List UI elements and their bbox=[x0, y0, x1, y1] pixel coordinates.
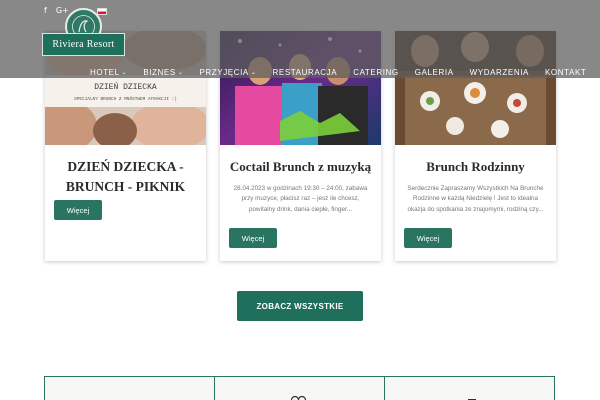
main-nav: HOTEL ⌄ BIZNES ⌄ PRZYJĘCIA ⌄ RESTAURACJA CA… bbox=[82, 68, 594, 77]
chevron-down-icon: ⌄ bbox=[250, 69, 257, 76]
people-icon bbox=[290, 395, 307, 400]
card-description: Serdecznie Zapraszamy Wszystkich Na Brun… bbox=[407, 185, 544, 213]
card-title-line: DZIEŃ DZIECKA - bbox=[67, 159, 184, 174]
divider bbox=[384, 377, 385, 400]
chevron-down-icon: ⌄ bbox=[177, 69, 184, 76]
nav-label: HOTEL bbox=[90, 68, 120, 77]
image-banner-title: DZIEŃ DZIECKA bbox=[94, 83, 157, 92]
features-box bbox=[44, 376, 555, 400]
logo-text: Riviera Resort bbox=[42, 33, 125, 56]
divider bbox=[214, 377, 215, 400]
nav-biznes[interactable]: BIZNES ⌄ bbox=[135, 68, 191, 77]
nav-wydarzenia[interactable]: WYDARZENIA bbox=[462, 68, 537, 77]
see-all-button[interactable]: ZOBACZ WSZYSTKIE bbox=[237, 291, 363, 321]
chevron-down-icon: ⌄ bbox=[121, 69, 128, 76]
more-button[interactable]: Więcej bbox=[54, 200, 102, 220]
card-title-line: BRUNCH - PIKNIK bbox=[65, 179, 186, 194]
logo[interactable]: Riviera Resort bbox=[42, 8, 125, 56]
nav-kontakt[interactable]: KONTAKT bbox=[537, 68, 594, 77]
card-title[interactable]: Coctail Brunch z muzyką bbox=[226, 157, 375, 177]
image-banner-subtitle: SPECJALNY BRUNCH Z MNÓSTWEM ATRAKCJI :) bbox=[74, 97, 177, 102]
nav-label: BIZNES bbox=[143, 68, 176, 77]
card-title[interactable]: Brunch Rodzinny bbox=[401, 157, 550, 177]
site-header: f G+ Riviera Resort HOTEL ⌄ BIZNES ⌄ PRZYJ… bbox=[0, 0, 600, 78]
nav-hotel[interactable]: HOTEL ⌄ bbox=[82, 68, 135, 77]
more-button[interactable]: Więcej bbox=[229, 228, 277, 248]
nav-label: CATERING bbox=[353, 68, 399, 77]
nav-label: PRZYJĘCIA bbox=[199, 68, 249, 77]
nav-label: GALERIA bbox=[414, 68, 454, 77]
nav-przyjecia[interactable]: PRZYJĘCIA ⌄ bbox=[191, 68, 264, 77]
nav-galeria[interactable]: GALERIA bbox=[407, 68, 462, 77]
more-button[interactable]: Więcej bbox=[404, 228, 452, 248]
nav-label: KONTAKT bbox=[544, 68, 587, 77]
nav-label: RESTAURACJA bbox=[272, 68, 338, 77]
card-title[interactable]: DZIEŃ DZIECKA - BRUNCH - PIKNIK bbox=[51, 157, 200, 197]
card-description: 28.04.2023 w godzinach 19:30 – 24:00, za… bbox=[233, 185, 368, 213]
nav-restauracja[interactable]: RESTAURACJA bbox=[265, 68, 346, 77]
nav-catering[interactable]: CATERING bbox=[345, 68, 407, 77]
nav-label: WYDARZENIA bbox=[469, 68, 529, 77]
